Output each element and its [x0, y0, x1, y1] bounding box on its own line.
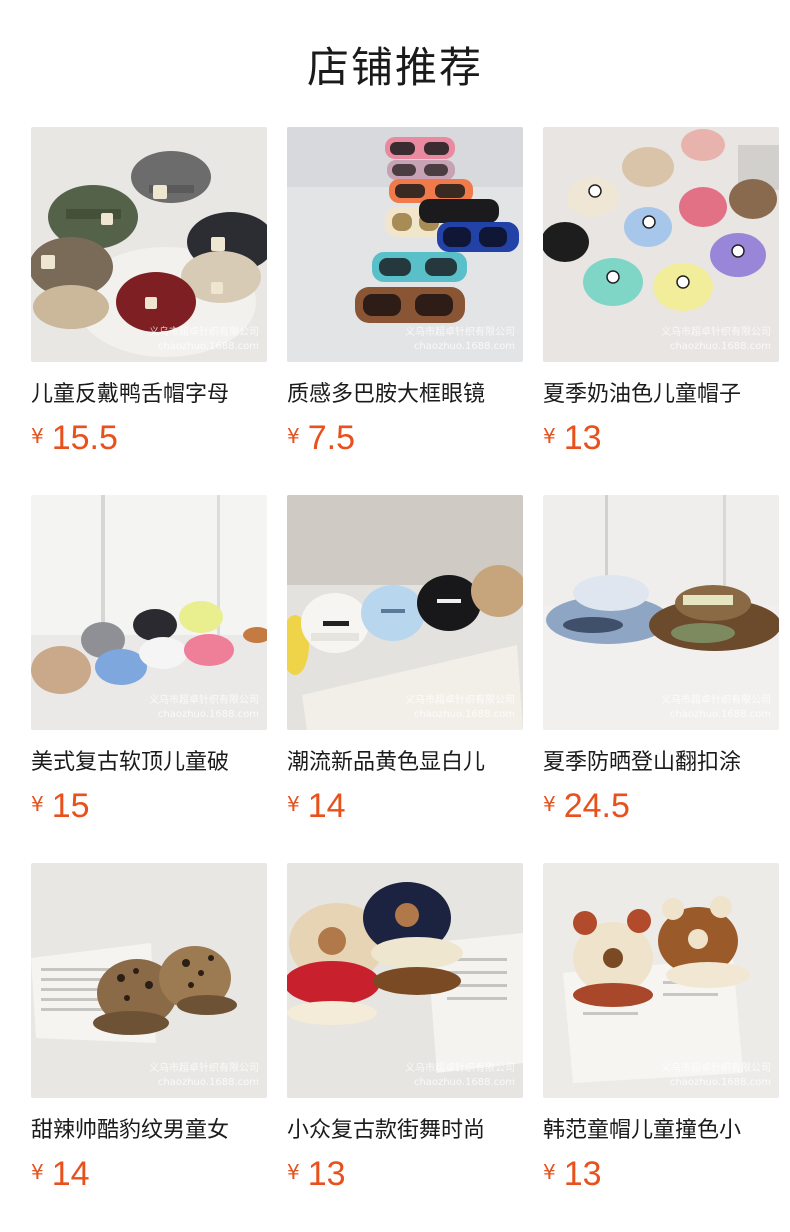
watermark-company: 义乌市超卓针织有限公司	[149, 695, 259, 706]
product-card[interactable]: 义乌市超卓针织有限公司 chaozhuo.1688.com 小众复古款街舞时尚 …	[287, 863, 523, 1231]
product-card[interactable]: 义乌市超卓针织有限公司 chaozhuo.1688.com 美式复古软顶儿童破 …	[31, 495, 267, 863]
product-card[interactable]: 义乌市超卓针织有限公司 chaozhuo.1688.com 质感多巴胺大框眼镜 …	[287, 127, 523, 495]
watermark: 义乌市超卓针织有限公司 chaozhuo.1688.com	[405, 694, 515, 722]
watermark-url: chaozhuo.1688.com	[669, 341, 771, 352]
price-amount: 7.5	[307, 419, 355, 457]
watermark-company: 义乌市超卓针织有限公司	[405, 1063, 515, 1074]
price-amount: 13	[307, 1155, 346, 1193]
product-title[interactable]: 美式复古软顶儿童破	[31, 748, 267, 778]
product-price: ¥15	[31, 787, 90, 827]
watermark: 义乌市超卓针织有限公司 chaozhuo.1688.com	[149, 694, 259, 722]
watermark-url: chaozhuo.1688.com	[413, 341, 515, 352]
currency-symbol: ¥	[287, 1160, 300, 1184]
watermark-company: 义乌市超卓针织有限公司	[661, 695, 771, 706]
product-price: ¥13	[287, 1155, 346, 1195]
product-grid: 义乌市超卓针织有限公司 chaozhuo.1688.com 儿童反戴鸭舌帽字母 …	[31, 127, 779, 1231]
product-title[interactable]: 儿童反戴鸭舌帽字母	[31, 380, 267, 410]
product-image-leopard-caps[interactable]: 义乌市超卓针织有限公司 chaozhuo.1688.com	[31, 863, 267, 1098]
currency-symbol: ¥	[31, 1160, 44, 1184]
currency-symbol: ¥	[31, 424, 44, 448]
watermark: 义乌市超卓针织有限公司 chaozhuo.1688.com	[149, 1062, 259, 1090]
product-image-w-logo-caps[interactable]: 义乌市超卓针织有限公司 chaozhuo.1688.com	[31, 127, 267, 362]
price-amount: 13	[563, 419, 602, 457]
price-amount: 14	[307, 787, 346, 825]
watermark-url: chaozhuo.1688.com	[413, 709, 515, 720]
watermark: 义乌市超卓针织有限公司 chaozhuo.1688.com	[661, 326, 771, 354]
price-amount: 24.5	[563, 787, 630, 825]
product-card[interactable]: 义乌市超卓针织有限公司 chaozhuo.1688.com 潮流新品黄色显白儿 …	[287, 495, 523, 863]
currency-symbol: ¥	[31, 792, 44, 816]
price-amount: 15	[51, 787, 90, 825]
product-title[interactable]: 潮流新品黄色显白儿	[287, 748, 523, 778]
product-image-bear-snapback-caps[interactable]: 义乌市超卓针织有限公司 chaozhuo.1688.com	[287, 863, 523, 1098]
product-title[interactable]: 夏季防晒登山翻扣涂	[543, 748, 779, 778]
currency-symbol: ¥	[543, 424, 556, 448]
product-price: ¥7.5	[287, 419, 355, 459]
watermark-company: 义乌市超卓针织有限公司	[405, 695, 515, 706]
watermark: 义乌市超卓针织有限公司 chaozhuo.1688.com	[661, 1062, 771, 1090]
product-title[interactable]: 夏季奶油色儿童帽子	[543, 380, 779, 410]
product-price: ¥15.5	[31, 419, 118, 459]
currency-symbol: ¥	[543, 1160, 556, 1184]
watermark-company: 义乌市超卓针织有限公司	[149, 327, 259, 338]
watermark: 义乌市超卓针织有限公司 chaozhuo.1688.com	[149, 326, 259, 354]
watermark: 义乌市超卓针织有限公司 chaozhuo.1688.com	[661, 694, 771, 722]
product-image-bear-ear-caps[interactable]: 义乌市超卓针织有限公司 chaozhuo.1688.com	[543, 863, 779, 1098]
product-price: ¥14	[287, 787, 346, 827]
price-amount: 14	[51, 1155, 90, 1193]
product-card[interactable]: 义乌市超卓针织有限公司 chaozhuo.1688.com 韩范童帽儿童撞色小 …	[543, 863, 779, 1231]
watermark-url: chaozhuo.1688.com	[157, 341, 259, 352]
product-price: ¥14	[31, 1155, 90, 1195]
product-price: ¥13	[543, 1155, 602, 1195]
product-image-script-logo-caps[interactable]: 义乌市超卓针织有限公司 chaozhuo.1688.com	[287, 495, 523, 730]
currency-symbol: ¥	[287, 424, 300, 448]
price-amount: 13	[563, 1155, 602, 1193]
product-price: ¥24.5	[543, 787, 630, 827]
product-card[interactable]: 义乌市超卓针织有限公司 chaozhuo.1688.com 儿童反戴鸭舌帽字母 …	[31, 127, 267, 495]
watermark-url: chaozhuo.1688.com	[157, 709, 259, 720]
watermark-company: 义乌市超卓针织有限公司	[661, 1063, 771, 1074]
product-image-sunglasses[interactable]: 义乌市超卓针织有限公司 chaozhuo.1688.com	[287, 127, 523, 362]
page-title: 店铺推荐	[306, 43, 483, 92]
watermark-url: chaozhuo.1688.com	[157, 1077, 259, 1088]
currency-symbol: ¥	[543, 792, 556, 816]
watermark-company: 义乌市超卓针织有限公司	[405, 327, 515, 338]
product-image-bucket-hats[interactable]: 义乌市超卓针织有限公司 chaozhuo.1688.com	[543, 495, 779, 730]
product-title[interactable]: 质感多巴胺大框眼镜	[287, 380, 523, 410]
watermark-company: 义乌市超卓针织有限公司	[149, 1063, 259, 1074]
product-image-distressed-caps[interactable]: 义乌市超卓针织有限公司 chaozhuo.1688.com	[31, 495, 267, 730]
product-title[interactable]: 小众复古款街舞时尚	[287, 1116, 523, 1146]
product-image-pastel-caps[interactable]: 义乌市超卓针织有限公司 chaozhuo.1688.com	[543, 127, 779, 362]
product-price: ¥13	[543, 419, 602, 459]
price-amount: 15.5	[51, 419, 118, 457]
product-card[interactable]: 义乌市超卓针织有限公司 chaozhuo.1688.com 夏季奶油色儿童帽子 …	[543, 127, 779, 495]
watermark-url: chaozhuo.1688.com	[669, 1077, 771, 1088]
product-title[interactable]: 韩范童帽儿童撞色小	[543, 1116, 779, 1146]
product-title[interactable]: 甜辣帅酷豹纹男童女	[31, 1116, 267, 1146]
watermark: 义乌市超卓针织有限公司 chaozhuo.1688.com	[405, 326, 515, 354]
product-card[interactable]: 义乌市超卓针织有限公司 chaozhuo.1688.com 甜辣帅酷豹纹男童女 …	[31, 863, 267, 1231]
watermark-url: chaozhuo.1688.com	[413, 1077, 515, 1088]
watermark: 义乌市超卓针织有限公司 chaozhuo.1688.com	[405, 1062, 515, 1090]
currency-symbol: ¥	[287, 792, 300, 816]
product-card[interactable]: 义乌市超卓针织有限公司 chaozhuo.1688.com 夏季防晒登山翻扣涂 …	[543, 495, 779, 863]
watermark-company: 义乌市超卓针织有限公司	[661, 327, 771, 338]
watermark-url: chaozhuo.1688.com	[669, 709, 771, 720]
